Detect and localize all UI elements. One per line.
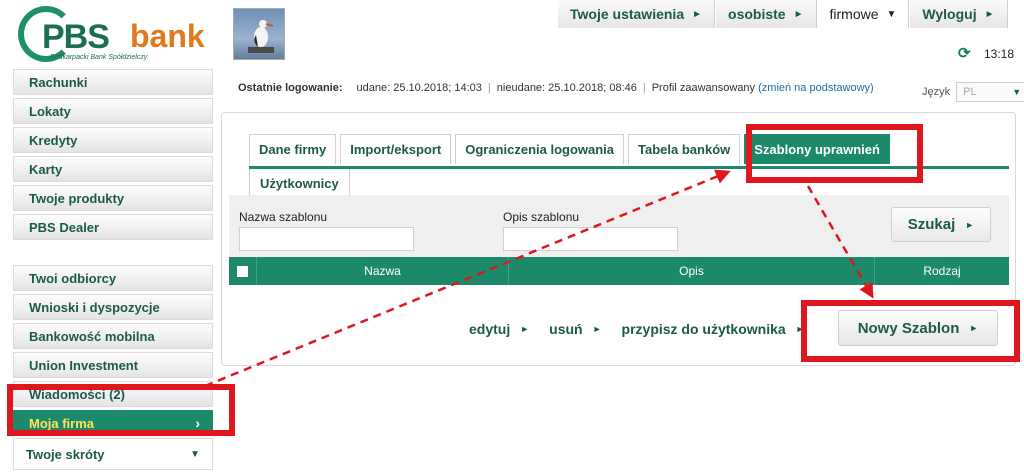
arrow-right-icon: ► [984,8,995,20]
chevron-down-icon: ▼ [190,448,200,460]
template-desc-label: Opis szablonu [503,210,580,224]
nav-personal-label: osobiste [728,6,786,22]
separator: | [642,82,646,94]
last-login-label: Ostatnie logowanie: [238,82,343,94]
arrow-right-icon: ► [965,219,975,230]
sidebar-item-recipients[interactable]: Twoi odbiorcy [13,265,213,291]
sidebar-item-dealer[interactable]: PBS Dealer [13,214,213,240]
refresh-icon[interactable]: ⟳ [958,46,972,61]
table-actions: edytuj ► usuń ► przypisz do użytkownika ► [469,321,825,337]
arrow-right-icon: ► [520,324,530,334]
highlight-my-company [7,384,235,436]
delete-label: usuń [549,321,583,337]
tab-bank-table[interactable]: Tabela banków [628,134,741,164]
sidebar-item-accounts[interactable]: Rachunki [13,69,213,95]
session-time: 13:18 [984,47,1015,61]
last-login-failed: nieudane: 25.10.2018; 08:46 [496,82,637,94]
edit-label: edytuj [469,321,511,337]
column-name[interactable]: Nazwa [257,257,509,285]
top-navigation: Twoje ustawienia ► osobiste ► firmowe ▼ Wyl… [557,0,1008,28]
arrow-right-icon: ► [692,8,703,20]
column-description[interactable]: Opis [509,257,875,285]
last-login-info: Ostatnie logowanie: udane: 25.10.2018; 1… [238,82,874,94]
search-button[interactable]: Szukaj ► [891,207,991,242]
logo-subtitle: Podkarpacki Bank Spółdzielczy [50,54,148,61]
sidebar-item-deposits[interactable]: Lokaty [13,98,213,124]
sidebar-item-loans[interactable]: Kredyty [13,127,213,153]
chevron-down-icon: ▼ [1012,87,1022,97]
separator: | [487,82,491,94]
tab-import-export[interactable]: Import/eksport [340,134,452,164]
tab-login-limits[interactable]: Ograniczenia logowania [455,134,625,164]
shortcuts-toggle[interactable]: Twoje skróty ▼ [13,438,213,470]
column-type[interactable]: Rodzaj [875,257,1009,285]
language-select[interactable]: PL ▼ [956,82,1024,102]
shortcuts-label: Twoje skróty [26,446,105,462]
stork-icon [248,20,274,53]
arrow-right-icon: ► [592,324,602,334]
select-all-checkbox[interactable] [229,257,257,285]
nav-logout[interactable]: Wyloguj ► [909,0,1008,28]
highlight-new-template [801,300,1020,362]
nav-settings[interactable]: Twoje ustawienia ► [557,0,716,28]
template-name-input[interactable] [239,227,414,251]
user-avatar [233,8,285,60]
sidebar-divider [13,243,213,265]
highlight-templates-tab [746,124,923,183]
sidebar-item-union[interactable]: Union Investment [13,352,213,378]
tab-company-data[interactable]: Dane firmy [249,134,337,164]
bank-logo[interactable]: PBS bank Podkarpacki Bank Spółdzielczy [14,6,224,62]
template-desc-input[interactable] [503,227,678,251]
nav-business-label: firmowe [829,6,879,22]
arrow-right-icon: ► [793,8,804,20]
template-name-label: Nazwa szablonu [239,210,328,224]
assign-user-label: przypisz do użytkownika [621,321,786,337]
nav-logout-label: Wyloguj [922,6,977,22]
session-clock: ⟳ 13:18 [958,46,1015,61]
sidebar-item-cards[interactable]: Karty [13,156,213,182]
nav-business[interactable]: firmowe ▼ [816,0,910,28]
table-header: Nazwa Opis Rodzaj [229,257,1009,285]
logo-bank-text: bank [130,18,205,54]
sidebar-item-mobile[interactable]: Bankowość mobilna [13,323,213,349]
assign-user-action[interactable]: przypisz do użytkownika ► [622,321,805,337]
sidebar-item-requests[interactable]: Wnioski i dyspozycje [13,294,213,320]
search-button-label: Szukaj [907,216,956,233]
language-label: Język [922,86,951,98]
nav-settings-label: Twoje ustawienia [570,6,685,22]
nav-personal[interactable]: osobiste ► [715,0,817,28]
sidebar-item-products[interactable]: Twoje produkty [13,185,213,211]
filter-panel: Nazwa szablonu Opis szablonu Szukaj ► [229,195,1009,257]
change-profile-link[interactable]: (zmień na podstawowy) [758,82,874,94]
edit-action[interactable]: edytuj ► [469,321,529,337]
chevron-down-icon: ▼ [886,8,897,20]
last-login-success: udane: 25.10.2018; 14:03 [356,82,482,94]
delete-action[interactable]: usuń ► [549,321,601,337]
language-value: PL [963,86,977,98]
logo-pbs-text: PBS [42,18,110,56]
language-selector: Język PL ▼ [922,82,1024,102]
profile-type: Profil zaawansowany [651,82,756,94]
